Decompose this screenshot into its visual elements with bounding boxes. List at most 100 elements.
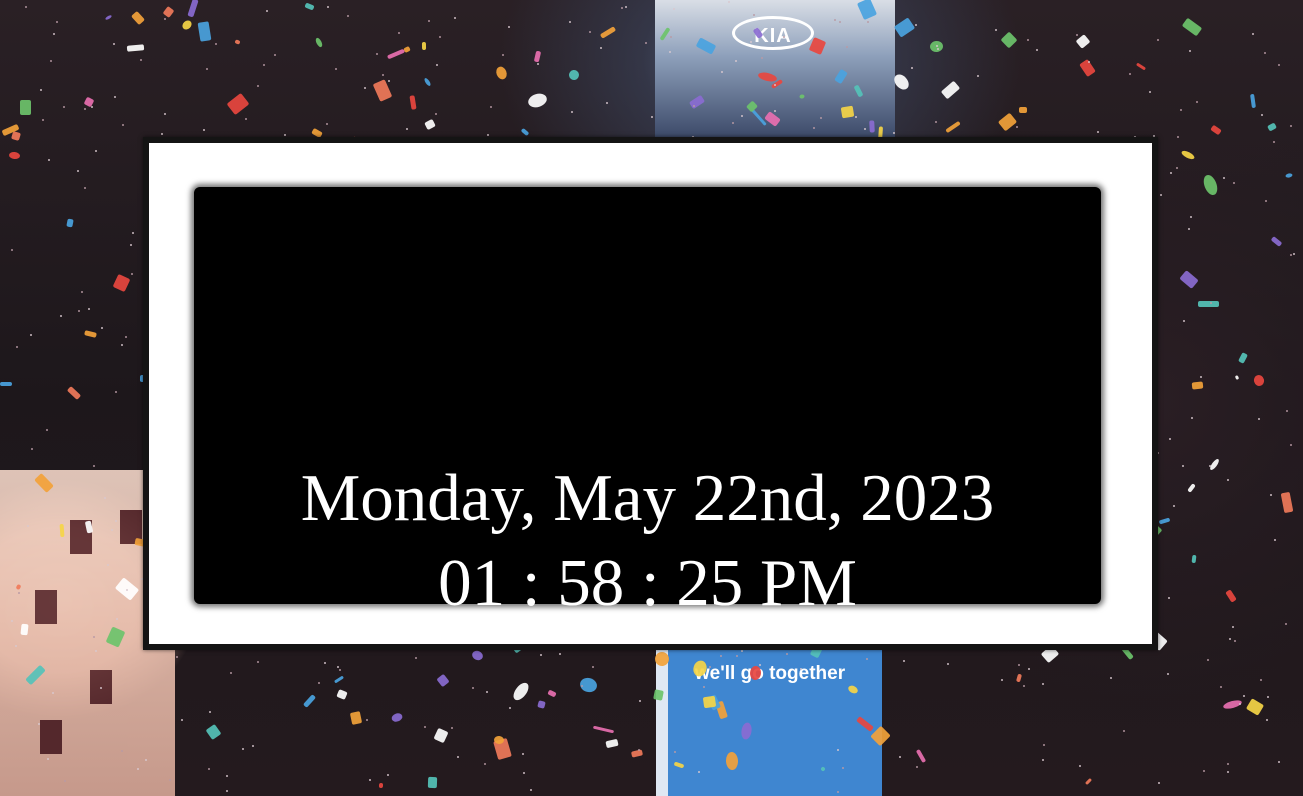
confetti-piece bbox=[390, 711, 404, 724]
confetti-speck bbox=[121, 750, 123, 752]
confetti-speck bbox=[867, 21, 869, 23]
confetti-speck bbox=[31, 448, 33, 450]
confetti-speck bbox=[339, 669, 341, 671]
confetti-speck bbox=[226, 775, 228, 777]
confetti-speck bbox=[1079, 765, 1081, 767]
confetti-speck bbox=[846, 46, 848, 48]
confetti-piece bbox=[424, 118, 436, 131]
clock-widget: Monday, May 22nd, 2023 01 : 58 : 25 PM bbox=[143, 137, 1158, 650]
confetti-piece bbox=[20, 623, 29, 636]
confetti-speck bbox=[226, 790, 228, 792]
confetti-piece bbox=[494, 65, 509, 81]
building-window bbox=[35, 590, 57, 624]
confetti-speck bbox=[947, 663, 949, 665]
confetti-speck bbox=[1258, 418, 1260, 420]
confetti-piece bbox=[421, 41, 427, 51]
confetti-piece bbox=[1187, 483, 1196, 493]
confetti-speck bbox=[121, 344, 123, 346]
confetti-piece bbox=[1234, 375, 1240, 380]
confetti-piece bbox=[1019, 107, 1027, 113]
confetti-speck bbox=[1028, 668, 1030, 670]
confetti-piece bbox=[997, 112, 1018, 132]
confetti-speck bbox=[93, 636, 95, 638]
confetti-speck bbox=[230, 672, 232, 674]
confetti-speck bbox=[439, 36, 441, 38]
confetti-speck bbox=[326, 123, 328, 125]
confetti-speck bbox=[42, 119, 44, 121]
confetti-piece bbox=[333, 675, 345, 684]
kia-logo: KIA bbox=[732, 16, 814, 50]
confetti-speck bbox=[1110, 677, 1112, 679]
confetti-speck bbox=[1264, 52, 1266, 54]
confetti-speck bbox=[436, 64, 438, 66]
confetti-piece bbox=[372, 79, 393, 102]
confetti-speck bbox=[209, 711, 211, 713]
confetti-speck bbox=[428, 20, 430, 22]
confetti-speck bbox=[387, 774, 389, 776]
confetti-piece bbox=[1270, 236, 1283, 247]
confetti-piece bbox=[1135, 62, 1147, 71]
confetti-speck bbox=[1243, 695, 1245, 697]
confetti-speck bbox=[100, 687, 102, 689]
confetti-speck bbox=[376, 53, 378, 55]
confetti-speck bbox=[337, 666, 339, 668]
confetti-speck bbox=[1190, 216, 1192, 218]
confetti-speck bbox=[132, 232, 134, 234]
confetti-speck bbox=[1273, 141, 1275, 143]
confetti-speck bbox=[206, 68, 208, 70]
confetti-speck bbox=[48, 159, 50, 161]
confetti-speck bbox=[750, 41, 752, 43]
confetti-speck bbox=[569, 21, 571, 23]
confetti-speck bbox=[698, 771, 700, 773]
confetti-speck bbox=[1232, 626, 1234, 628]
confetti-speck bbox=[502, 54, 504, 56]
confetti-speck bbox=[131, 273, 133, 275]
confetti-speck bbox=[800, 668, 802, 670]
confetti-speck bbox=[736, 655, 738, 657]
confetti-speck bbox=[486, 691, 488, 693]
confetti-speck bbox=[761, 57, 763, 59]
confetti-piece bbox=[547, 689, 557, 698]
confetti-speck bbox=[741, 115, 743, 117]
confetti-piece bbox=[1245, 698, 1265, 716]
confetti-speck bbox=[327, 6, 329, 8]
confetti-piece bbox=[197, 21, 212, 42]
confetti-speck bbox=[435, 113, 437, 115]
confetti-speck bbox=[1076, 34, 1078, 36]
confetti-speck bbox=[53, 33, 55, 35]
confetti-speck bbox=[472, 687, 474, 689]
confetti-piece bbox=[537, 700, 546, 709]
confetti-speck bbox=[1223, 177, 1225, 179]
confetti-speck bbox=[1088, 61, 1090, 63]
confetti-speck bbox=[324, 662, 326, 664]
confetti-speck bbox=[215, 43, 217, 45]
confetti-piece bbox=[869, 120, 875, 133]
confetti-speck bbox=[728, 1, 730, 3]
confetti-speck bbox=[30, 334, 32, 336]
confetti-piece bbox=[915, 748, 927, 764]
confetti-speck bbox=[490, 106, 492, 108]
confetti-speck bbox=[56, 21, 58, 23]
confetti-speck bbox=[735, 60, 737, 62]
confetti-speck bbox=[1129, 73, 1131, 75]
confetti-speck bbox=[415, 657, 417, 659]
confetti-speck bbox=[125, 336, 127, 338]
confetti-piece bbox=[592, 725, 615, 734]
confetti-speck bbox=[1265, 200, 1267, 202]
confetti-speck bbox=[1157, 39, 1159, 41]
confetti-speck bbox=[1239, 703, 1241, 705]
bottom-billboard-edge bbox=[656, 650, 668, 796]
confetti-speck bbox=[126, 589, 128, 591]
confetti-speck bbox=[639, 700, 641, 702]
confetti-piece bbox=[1250, 93, 1256, 109]
confetti-piece bbox=[180, 18, 194, 32]
confetti-speck bbox=[837, 791, 839, 793]
confetti-speck bbox=[537, 63, 539, 65]
confetti-speck bbox=[839, 21, 841, 23]
confetti-piece bbox=[1179, 270, 1199, 289]
confetti-speck bbox=[866, 658, 868, 660]
confetti-speck bbox=[1042, 683, 1044, 685]
confetti-speck bbox=[837, 749, 839, 751]
confetti-piece bbox=[187, 0, 199, 18]
confetti-speck bbox=[1286, 410, 1288, 412]
